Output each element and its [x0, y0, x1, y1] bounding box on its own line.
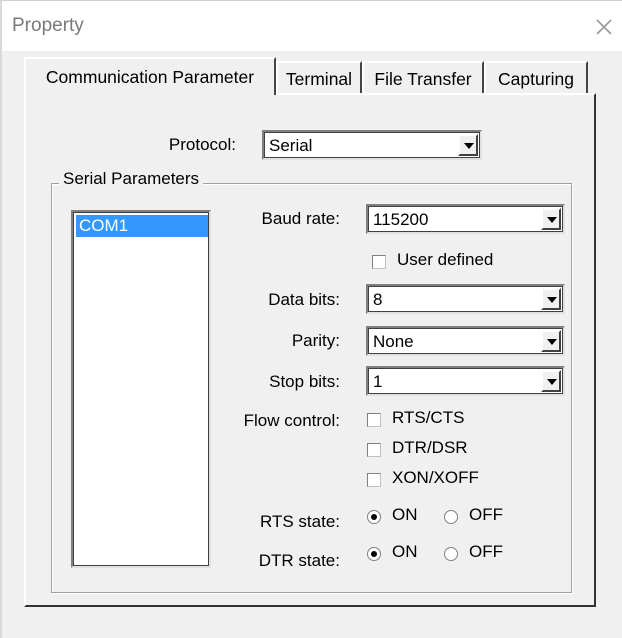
dtr-state-label: DTR state:: [258, 551, 340, 570]
property-dialog: Property Communication Parameter Termina…: [0, 0, 622, 638]
window-title: Property: [12, 15, 84, 36]
tab-communication-parameter[interactable]: Communication Parameter: [24, 57, 276, 95]
stop-bits-select[interactable]: 1: [366, 366, 565, 396]
rts-on-radio[interactable]: [367, 510, 381, 524]
rts-on-label: ON: [392, 505, 418, 524]
tab-file-transfer[interactable]: File Transfer: [362, 61, 484, 93]
xon-xoff-checkbox[interactable]: [367, 473, 381, 487]
flow-control-label: Flow control:: [243, 411, 340, 430]
rts-off-radio[interactable]: [444, 510, 458, 524]
user-defined-checkbox[interactable]: [372, 255, 386, 269]
dtr-on-radio[interactable]: [367, 547, 381, 561]
data-bits-label: Data bits:: [268, 290, 340, 309]
dtr-on-label: ON: [392, 542, 418, 561]
dtr-off-radio[interactable]: [444, 547, 458, 561]
close-icon[interactable]: [590, 13, 618, 41]
rts-state-label: RTS state:: [260, 512, 340, 531]
parity-label: Parity:: [291, 331, 340, 350]
rts-cts-label: RTS/CTS: [392, 408, 465, 427]
protocol-label: Protocol:: [168, 135, 236, 154]
baud-rate-select[interactable]: 115200: [366, 204, 565, 234]
dtr-dsr-label: DTR/DSR: [392, 438, 468, 457]
tab-label: Terminal: [285, 69, 353, 89]
data-bits-value: 8: [373, 290, 383, 309]
stop-bits-label: Stop bits:: [269, 372, 340, 391]
tab-terminal[interactable]: Terminal: [276, 61, 362, 93]
protocol-value: Serial: [269, 136, 313, 155]
tab-label: Capturing: [498, 69, 574, 89]
tab-label: Communication Parameter: [45, 67, 255, 87]
tab-label: File Transfer: [374, 69, 472, 89]
dtr-dsr-checkbox[interactable]: [367, 443, 381, 457]
chevron-down-icon[interactable]: [541, 288, 561, 310]
list-item[interactable]: COM1: [76, 215, 208, 237]
stop-bits-value: 1: [373, 372, 383, 391]
tab-panel: Protocol: Serial Serial Parameters COM1 …: [24, 93, 596, 607]
chevron-down-icon[interactable]: [541, 330, 561, 352]
rts-cts-checkbox[interactable]: [367, 413, 381, 427]
tab-capturing[interactable]: Capturing: [484, 61, 588, 93]
chevron-down-icon[interactable]: [541, 208, 561, 230]
chevron-down-icon[interactable]: [458, 134, 478, 156]
chevron-down-icon[interactable]: [541, 370, 561, 392]
dtr-off-label: OFF: [469, 542, 503, 561]
baud-rate-value: 115200: [373, 210, 429, 229]
rts-off-label: OFF: [469, 505, 503, 524]
xon-xoff-label: XON/XOFF: [392, 468, 479, 487]
title-bar: Property: [2, 1, 622, 51]
data-bits-select[interactable]: 8: [366, 284, 565, 314]
group-title: Serial Parameters: [59, 169, 204, 189]
baud-rate-label: Baud rate:: [261, 209, 340, 228]
parity-value: None: [373, 332, 414, 351]
port-list[interactable]: COM1: [71, 210, 211, 568]
parity-select[interactable]: None: [366, 326, 565, 356]
protocol-select[interactable]: Serial: [262, 130, 482, 160]
user-defined-label: User defined: [397, 250, 494, 269]
